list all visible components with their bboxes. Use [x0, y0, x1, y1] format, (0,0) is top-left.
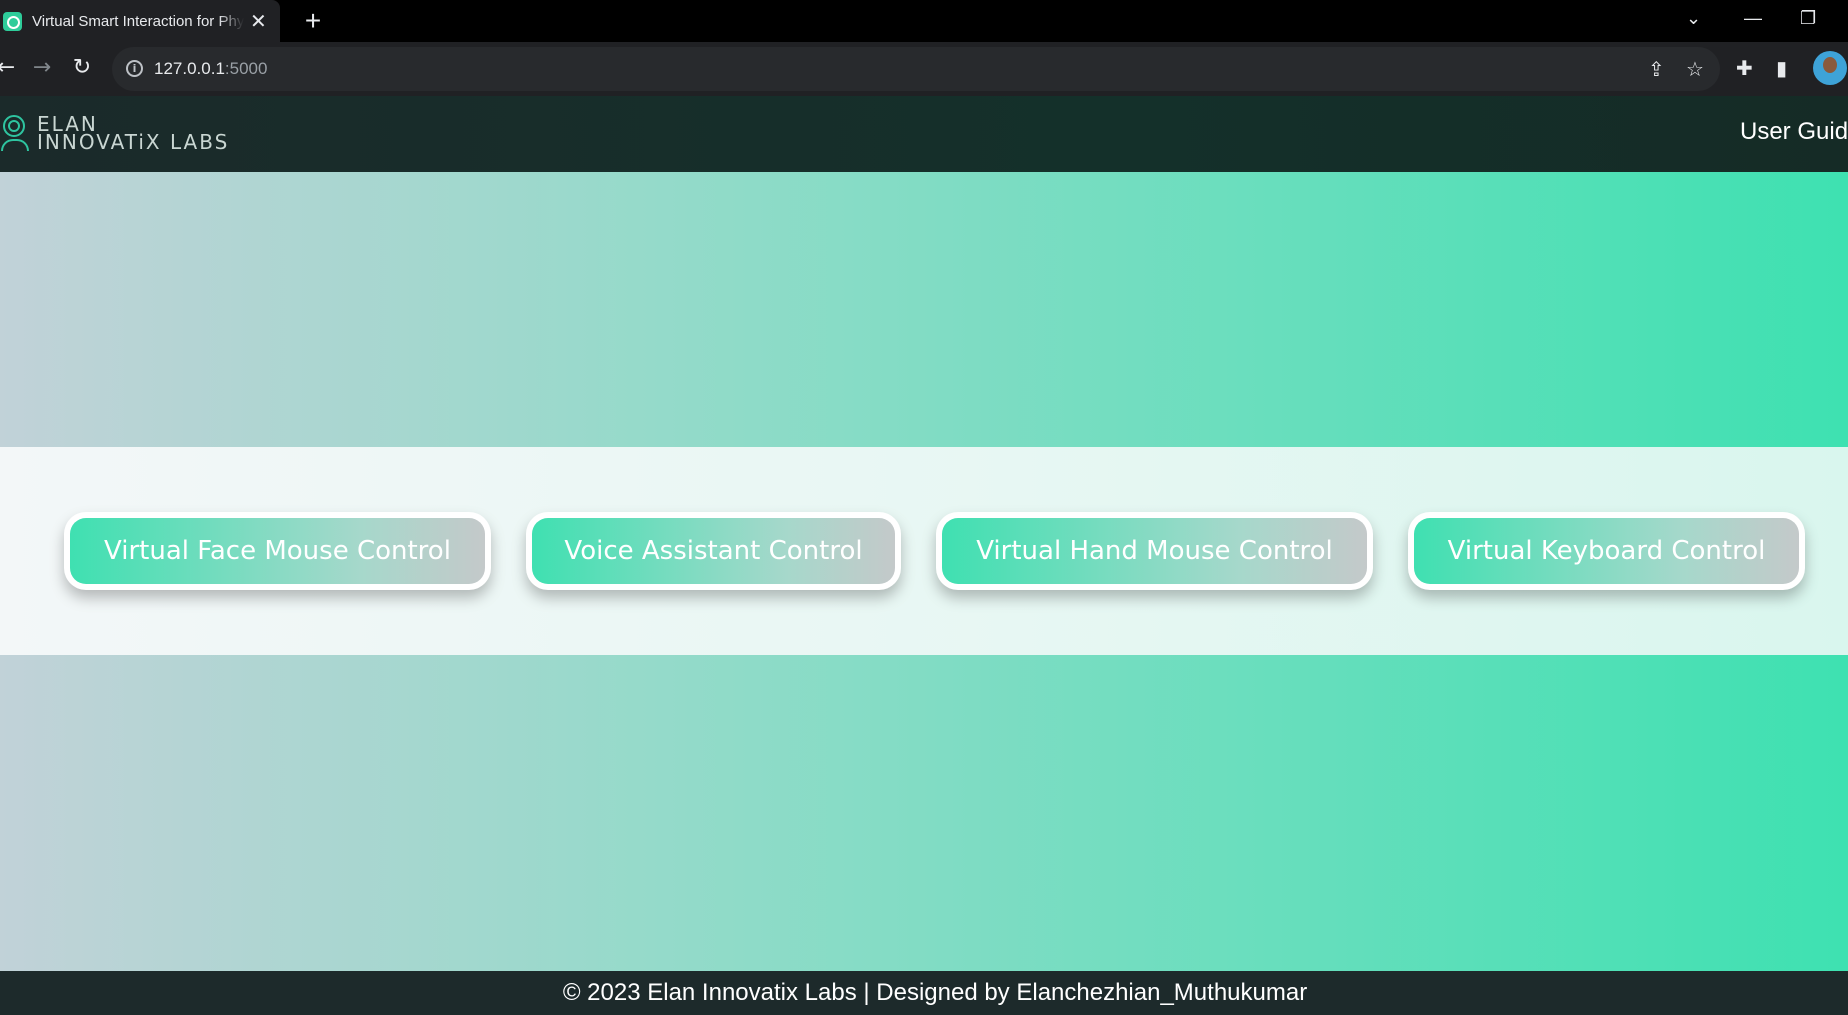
- url-text[interactable]: 127.0.0.1:5000: [154, 59, 267, 79]
- voice-assistant-button[interactable]: Voice Assistant Control: [526, 512, 901, 590]
- forward-arrow-icon[interactable]: →: [28, 54, 56, 82]
- site-footer: © 2023 Elan Innovatix Labs | Designed by…: [0, 971, 1848, 1015]
- web-page: ELAN INNOVATiX LABS User Guide Virtual F…: [0, 96, 1848, 1015]
- button-label: Virtual Hand Mouse Control: [976, 536, 1333, 566]
- site-info-icon[interactable]: i: [126, 60, 143, 77]
- tab-search-chevron-icon[interactable]: ⌄: [1686, 8, 1701, 29]
- user-guide-link[interactable]: User Guide: [1740, 118, 1848, 146]
- site-navbar: ELAN INNOVATiX LABS User Guide: [0, 96, 1848, 172]
- new-tab-button[interactable]: +: [298, 6, 328, 36]
- footer-copyright: © 2023 Elan Innovatix Labs | Designed by…: [562, 979, 1308, 1006]
- address-bar[interactable]: i 127.0.0.1:5000 ⇪ ☆: [112, 47, 1720, 91]
- virtual-face-mouse-button[interactable]: Virtual Face Mouse Control: [64, 512, 491, 590]
- close-tab-icon[interactable]: ✕: [250, 9, 267, 33]
- extensions-puzzle-icon[interactable]: ✚: [1736, 56, 1753, 80]
- button-label: Virtual Face Mouse Control: [104, 536, 451, 566]
- button-label: Virtual Keyboard Control: [1447, 536, 1766, 566]
- restore-window-icon[interactable]: ❐: [1800, 8, 1816, 29]
- virtual-keyboard-button[interactable]: Virtual Keyboard Control: [1408, 512, 1805, 590]
- browser-tab-strip: Virtual Smart Interaction for Physically…: [0, 0, 1848, 42]
- browser-toolbar: ← → ↻ i 127.0.0.1:5000 ⇪ ☆ ✚ ▮: [0, 42, 1848, 96]
- virtual-hand-mouse-button[interactable]: Virtual Hand Mouse Control: [936, 512, 1373, 590]
- bookmark-star-icon[interactable]: ☆: [1686, 57, 1704, 81]
- hero-section: Virtual Face Mouse Control Voice Assista…: [0, 172, 1848, 971]
- elan-innovatix-logo[interactable]: ELAN INNOVATiX LABS: [0, 110, 229, 156]
- side-panel-icon[interactable]: ▮: [1776, 56, 1787, 80]
- profile-avatar[interactable]: [1813, 51, 1847, 85]
- minimize-icon[interactable]: —: [1744, 8, 1762, 29]
- browser-tab[interactable]: Virtual Smart Interaction for Physically…: [0, 0, 280, 42]
- tab-title: Virtual Smart Interaction for Physically…: [32, 12, 244, 30]
- back-arrow-icon[interactable]: ←: [0, 54, 20, 82]
- logo-text: ELAN INNOVATiX LABS: [37, 112, 230, 154]
- button-label: Voice Assistant Control: [564, 536, 863, 566]
- reload-icon[interactable]: ↻: [68, 54, 96, 82]
- controls-band: Virtual Face Mouse Control Voice Assista…: [0, 447, 1848, 655]
- site-favicon-icon: [3, 11, 22, 31]
- share-icon[interactable]: ⇪: [1648, 57, 1665, 81]
- logo-mark-icon: [0, 113, 30, 153]
